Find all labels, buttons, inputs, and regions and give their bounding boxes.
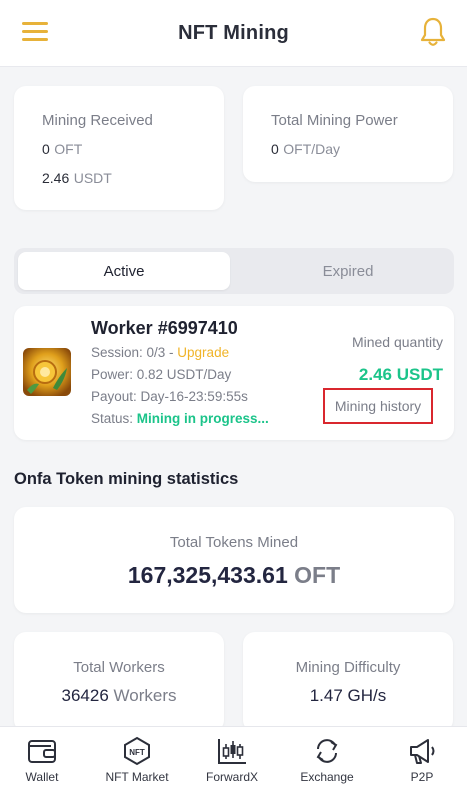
- mining-received-label: Mining Received: [42, 112, 153, 129]
- total-workers-label: Total Workers: [73, 659, 165, 676]
- worker-payout: Payout: Day-16-23:59:55s: [91, 389, 248, 404]
- mining-difficulty-value: 1.47 GH/s: [309, 686, 387, 705]
- mining-received-oft: 0 OFT: [42, 141, 83, 157]
- candlestick-chart-icon: [218, 739, 246, 764]
- statistics-title: Onfa Token mining statistics: [14, 470, 239, 488]
- worker-name: Worker #6997410: [91, 318, 238, 338]
- svg-text:NFT: NFT: [129, 748, 145, 757]
- bell-icon[interactable]: [419, 16, 447, 48]
- wallet-icon: [28, 740, 56, 763]
- status-value: Mining in progress...: [136, 411, 269, 426]
- page-title: NFT Mining: [178, 21, 289, 44]
- upgrade-link[interactable]: Upgrade: [177, 345, 229, 360]
- mined-quantity-value: 2.46 USDT: [358, 365, 443, 384]
- nav-p2p[interactable]: P2P: [377, 727, 467, 797]
- megaphone-icon: [410, 739, 435, 764]
- worker-status: Status: Mining in progress...: [91, 411, 269, 426]
- bottom-navigation: Wallet NFT NFT Market ForwardX Exchange: [0, 726, 467, 797]
- exchange-icon: [316, 739, 338, 763]
- mining-received-card: Mining Received 0 OFT 2.46 USDT: [14, 86, 224, 210]
- status-tabs: Active Expired: [14, 248, 454, 294]
- top-app-bar: NFT Mining: [0, 0, 467, 67]
- worker-nft-thumbnail[interactable]: [23, 348, 71, 396]
- total-workers-card: Total Workers 36426 Workers: [14, 632, 224, 732]
- nav-wallet[interactable]: Wallet: [0, 727, 87, 797]
- tab-expired[interactable]: Expired: [242, 252, 454, 290]
- mining-received-usdt: 2.46 USDT: [42, 170, 112, 186]
- nft-icon: NFT: [124, 736, 150, 766]
- total-tokens-label: Total Tokens Mined: [169, 534, 299, 551]
- mined-quantity-label: Mined quantity: [351, 334, 443, 350]
- total-mining-power-value: 0 OFT/Day: [271, 141, 341, 157]
- nav-forwardx[interactable]: ForwardX: [187, 727, 277, 797]
- nav-exchange[interactable]: Exchange: [282, 727, 372, 797]
- mining-difficulty-card: Mining Difficulty 1.47 GH/s: [243, 632, 453, 732]
- worker-session: Session: 0/3 - Upgrade: [91, 345, 230, 360]
- nav-nft-market[interactable]: NFT NFT Market: [92, 727, 182, 797]
- total-workers-value: 36426 Workers: [61, 686, 177, 705]
- tab-active[interactable]: Active: [18, 252, 230, 290]
- total-tokens-card: Total Tokens Mined 167,325,433.61 OFT: [14, 507, 454, 613]
- total-mining-power-card: Total Mining Power 0 OFT/Day: [243, 86, 453, 182]
- worker-power: Power: 0.82 USDT/Day: [91, 367, 232, 382]
- total-tokens-value: 167,325,433.61 OFT: [127, 562, 341, 588]
- mining-history-button[interactable]: Mining history: [323, 388, 433, 424]
- mining-difficulty-label: Mining Difficulty: [295, 659, 401, 676]
- hamburger-menu-icon[interactable]: [22, 22, 48, 42]
- total-mining-power-label: Total Mining Power: [271, 112, 398, 129]
